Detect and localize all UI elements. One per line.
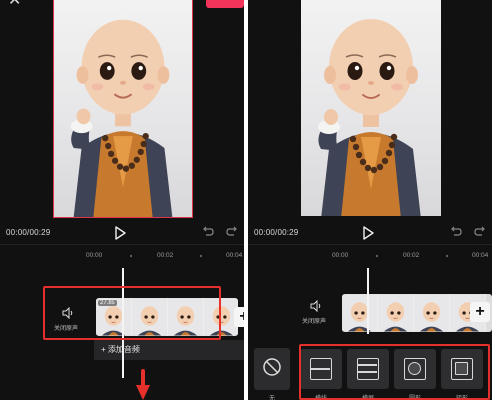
speaker-icon[interactable]: [310, 300, 322, 312]
ruler-label: 00:04: [226, 252, 243, 259]
ruler-label: 00:02: [403, 252, 420, 259]
editor-panel-right: 00:00/00:29 00:00 00:02 00:04 关闭原声 + 无 横…: [248, 0, 492, 400]
play-icon[interactable]: [114, 226, 126, 240]
monk-figure-image: [69, 18, 174, 217]
none-icon: [263, 358, 281, 376]
mute-original-label[interactable]: 关闭原声: [302, 316, 326, 325]
playhead[interactable]: [367, 268, 369, 334]
transition-none-label: 无: [268, 396, 275, 400]
add-audio-button[interactable]: + 添加音频: [94, 340, 244, 360]
clip-frame: [342, 294, 378, 332]
redo-icon[interactable]: [226, 226, 238, 238]
ruler-dot: [200, 255, 202, 257]
redo-icon[interactable]: [474, 226, 486, 238]
undo-icon[interactable]: [202, 226, 214, 238]
close-icon[interactable]: ✕: [8, 0, 21, 9]
ruler-label: 00:00: [86, 252, 103, 259]
time-readout: 00:00/00:29: [254, 228, 299, 237]
ruler-dot: [130, 255, 132, 257]
ruler-label: 00:00: [332, 252, 349, 259]
transition-none-option[interactable]: [254, 348, 290, 390]
highlight-box: [299, 344, 490, 400]
add-clip-button[interactable]: +: [470, 302, 490, 322]
export-button[interactable]: [206, 0, 244, 8]
divider: [0, 244, 244, 245]
highlight-box: [43, 286, 221, 340]
editor-panel-left: ✕ 00:00/00:29 00:00 00:02 00:04 关闭原声 27.…: [0, 0, 244, 400]
divider: [248, 244, 492, 245]
time-readout: 00:00/00:29: [6, 228, 51, 237]
clip-frame: [414, 294, 450, 332]
play-icon[interactable]: [362, 226, 374, 240]
ruler-dot: [446, 255, 448, 257]
video-preview: [301, 0, 441, 216]
arrow-down-icon: [136, 369, 150, 400]
add-clip-button[interactable]: +: [234, 307, 244, 327]
undo-icon[interactable]: [450, 226, 462, 238]
ruler-label: 00:04: [472, 252, 489, 259]
ruler-label: 00:02: [157, 252, 174, 259]
clip-frame: [378, 294, 414, 332]
monk-figure-image: [317, 18, 422, 216]
ruler-dot: [376, 255, 378, 257]
video-preview: [53, 0, 193, 218]
